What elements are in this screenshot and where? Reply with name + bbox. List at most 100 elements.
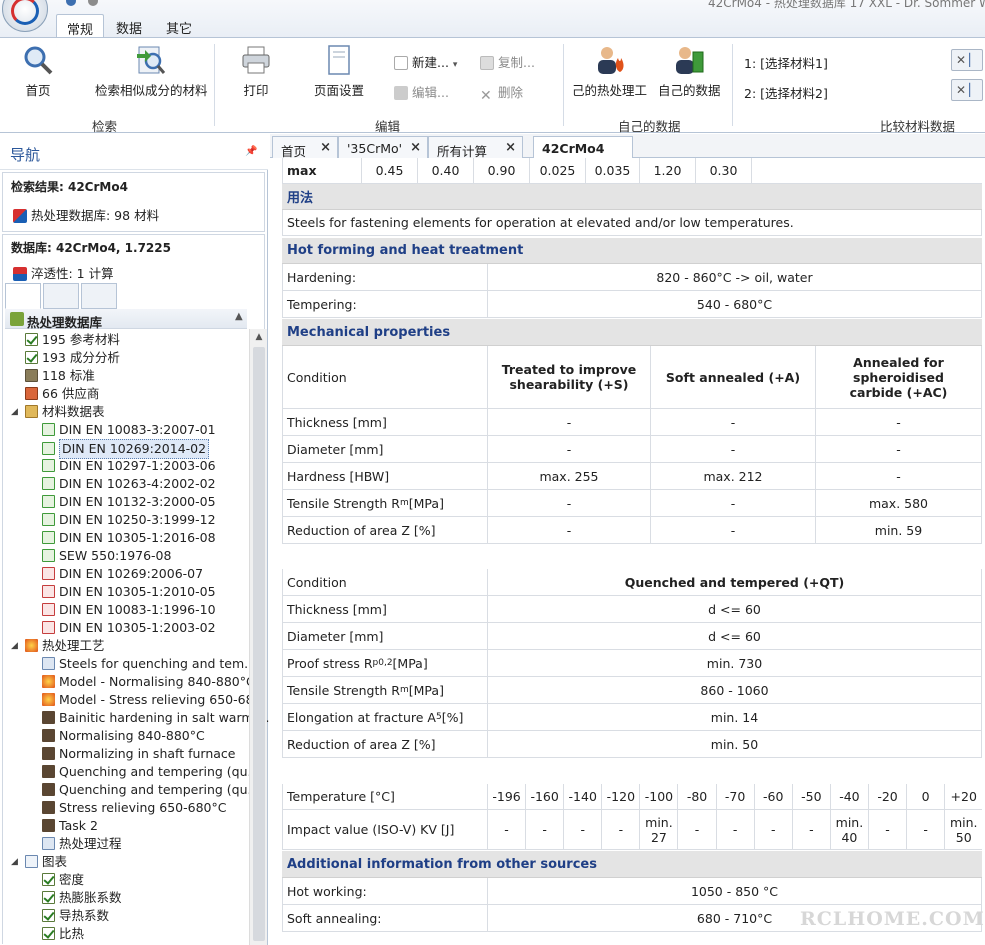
tree-item-label: Bainitic hardening in salt warm ... xyxy=(59,710,270,725)
impact-row: Impact value (ISO-V) KV [J] - - - - min. 27- -… xyxy=(282,810,982,850)
doc-tab[interactable]: 所有计算 × xyxy=(428,136,523,159)
own-heat-treatment-button[interactable]: 己的热处理工 xyxy=(572,44,647,99)
tree-item-label: DIN EN 10083-3:2007-01 xyxy=(59,422,216,437)
pan-icon xyxy=(42,711,55,724)
tree-scrollbar[interactable]: ▲ xyxy=(249,329,267,945)
tree-item[interactable]: DIN EN 10297-1:2003-06 xyxy=(42,457,216,475)
tree-item[interactable]: ◢ 图表 xyxy=(11,853,68,871)
quick-access-icon[interactable] xyxy=(66,0,76,6)
new-button[interactable]: 新建... ▾ xyxy=(394,52,457,71)
table-row: Reduction of area Z [%] - - min. 59 xyxy=(282,517,982,544)
tree-expander-icon[interactable]: ◢ xyxy=(11,403,18,421)
hardenability-link[interactable]: 淬透性: 1 计算 xyxy=(13,263,114,282)
tree-item[interactable]: 热处理过程 xyxy=(42,835,122,853)
checkbox-icon[interactable] xyxy=(42,891,55,904)
pan-icon xyxy=(42,765,55,778)
print-button[interactable]: 打印 xyxy=(240,44,272,99)
compare-slot-1[interactable]: 1: [选择材料1] xyxy=(744,53,828,72)
page-setup-button[interactable]: 页面设置 xyxy=(314,44,364,99)
tree-item[interactable]: DIN EN 10269:2014-02 xyxy=(42,439,210,459)
tree-item[interactable]: ◢ 材料数据表 xyxy=(11,403,105,421)
tree-item[interactable]: 密度 xyxy=(42,871,84,889)
tree-expander-icon[interactable]: ◢ xyxy=(11,637,18,655)
tree-item[interactable]: DIN EN 10305-1:2010-05 xyxy=(42,583,216,601)
edit-button[interactable]: 编辑... xyxy=(394,82,449,101)
checkbox-icon[interactable] xyxy=(42,927,55,940)
doc-tab[interactable]: 首页 × xyxy=(272,136,338,159)
tree-item[interactable]: Bainitic hardening in salt warm ... xyxy=(42,709,269,727)
tree-item[interactable]: ◢ 热处理工艺 xyxy=(11,637,105,655)
app-logo-icon[interactable] xyxy=(2,0,48,32)
compare-slot-2[interactable]: 2: [选择材料2] xyxy=(744,83,828,102)
checkbox-icon[interactable] xyxy=(25,351,38,364)
tree-item-label: 66 供应商 xyxy=(42,386,100,401)
qt-condition-row: Condition Quenched and tempered (+QT) xyxy=(282,569,982,596)
close-tab-icon[interactable]: × xyxy=(320,140,331,155)
compare-2-pin-icon[interactable]: ✕│ xyxy=(951,79,983,101)
impact-value: min. 40 xyxy=(831,810,869,849)
tree-item[interactable]: 比热 xyxy=(42,925,84,943)
home-button[interactable]: 首页 xyxy=(22,44,54,99)
view-tab-heat[interactable] xyxy=(5,283,41,309)
doc-tab[interactable]: 42CrMo4 xyxy=(533,136,633,159)
tree-item[interactable]: DIN EN 10132-3:2000-05 xyxy=(42,493,216,511)
tree-item[interactable]: DIN EN 10269:2006-07 xyxy=(42,565,203,583)
tree-item[interactable]: DIN EN 10250-3:1999-12 xyxy=(42,511,216,529)
tree-item[interactable]: 66 供应商 xyxy=(25,385,99,403)
tree-item[interactable]: DIN EN 10305-1:2016-08 xyxy=(42,529,216,547)
copy-button[interactable]: 复制... xyxy=(480,52,535,71)
search-result-link[interactable]: 热处理数据库: 98 材料 xyxy=(13,205,159,224)
tree-item[interactable]: Stress relieving 650-680°C xyxy=(42,799,227,817)
tree-item[interactable]: Steels for quenching and tem... xyxy=(42,655,256,673)
tree-item[interactable]: Normalizing in shaft furnace xyxy=(42,745,235,763)
quick-access-dropdown-icon[interactable] xyxy=(88,0,98,6)
tree-item[interactable]: 热膨胀系数 xyxy=(42,889,122,907)
close-tab-icon[interactable]: × xyxy=(410,140,421,155)
database-title: 数据库: 42CrMo4, 1.7225 xyxy=(11,241,171,255)
view-tab-hardenability[interactable] xyxy=(43,283,79,309)
collapse-arrow-icon[interactable]: ▲ xyxy=(235,311,243,322)
tree-item[interactable]: Normalising 840-880°C xyxy=(42,727,205,745)
search-similar-button[interactable]: 检索相似成分的材料 xyxy=(95,44,208,99)
row-value: d <= 60 xyxy=(488,623,982,649)
close-tab-icon[interactable]: × xyxy=(505,140,516,155)
label-subscript: m xyxy=(399,498,409,508)
checkbox-icon[interactable] xyxy=(42,909,55,922)
tree-item[interactable]: Quenching and tempering (qu... xyxy=(42,781,259,799)
label-text: Elongation at fracture A xyxy=(287,709,436,725)
scroll-up-icon[interactable]: ▲ xyxy=(250,329,268,345)
tree-item-label: DIN EN 10250-3:1999-12 xyxy=(59,512,216,527)
delete-button[interactable]: ✕ 删除 xyxy=(480,82,523,103)
scroll-thumb[interactable] xyxy=(253,347,265,941)
tree-item[interactable]: Quenching and tempering (qu... xyxy=(42,763,259,781)
doc-tab[interactable]: '35CrMo' × xyxy=(338,136,428,158)
tree-item[interactable]: Model - Stress relieving 650-68... xyxy=(42,691,265,709)
tree-item[interactable]: 195 参考材料 xyxy=(25,331,120,349)
ribbon-tab-data[interactable]: 数据 xyxy=(106,14,152,38)
tree-expander-icon[interactable]: ◢ xyxy=(11,853,18,871)
tree-item[interactable]: 118 标准 xyxy=(25,367,95,385)
tree-item[interactable]: DIN EN 10263-4:2002-02 xyxy=(42,475,216,493)
tree-item[interactable]: Model - Normalising 840-880°C xyxy=(42,673,255,691)
checkbox-icon[interactable] xyxy=(25,333,38,346)
tree-item[interactable]: SEW 550:1976-08 xyxy=(42,547,171,565)
green-document-icon xyxy=(42,513,55,526)
tree-item[interactable]: Task 2 xyxy=(42,817,98,835)
tree-item-label: 图表 xyxy=(42,854,68,869)
own-data-button[interactable]: 自己的数据 xyxy=(658,44,721,99)
row-label: Tempering: xyxy=(282,291,488,317)
pin-icon[interactable]: 📌 xyxy=(245,146,257,157)
tree-item[interactable]: DIN EN 10083-3:2007-01 xyxy=(42,421,216,439)
ribbon-tab-other[interactable]: 其它 xyxy=(156,14,202,38)
tree-header[interactable]: 热处理数据库 ▲ xyxy=(5,309,247,330)
tree-item[interactable]: 193 成分分析 xyxy=(25,349,120,367)
view-tab-grid[interactable] xyxy=(81,283,117,309)
checkbox-icon[interactable] xyxy=(42,873,55,886)
tree-item[interactable]: DIN EN 10305-1:2003-02 xyxy=(42,619,216,637)
ribbon-tab-general[interactable]: 常规 xyxy=(56,14,105,38)
row-value: max. 212 xyxy=(651,463,816,489)
tree-item[interactable]: DIN EN 10083-1:1996-10 xyxy=(42,601,216,619)
compare-1-pin-icon[interactable]: ✕│ xyxy=(951,49,983,71)
tree-item[interactable]: 导热系数 xyxy=(42,907,109,925)
nav-title: 导航 xyxy=(10,146,41,164)
